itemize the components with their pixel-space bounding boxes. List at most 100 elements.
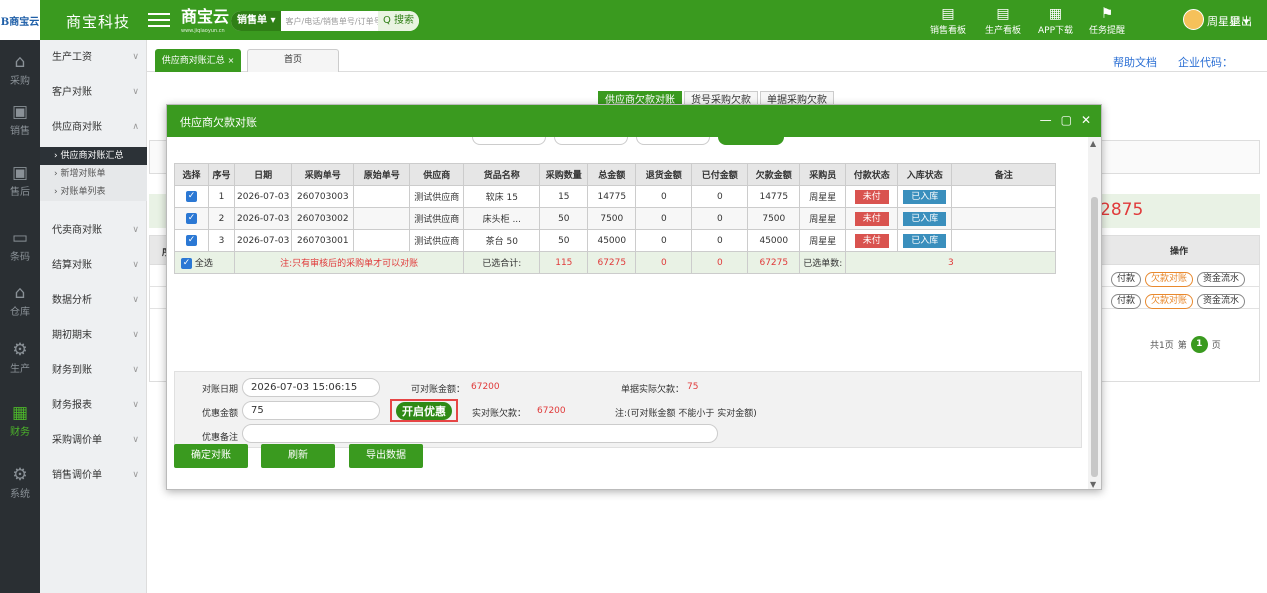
cell-buyer: 周星星 [799, 207, 847, 230]
settle-owed-label: 实对账欠款： [472, 409, 527, 419]
warehouse-module[interactable]: ⌂ 仓库 [0, 283, 40, 318]
cell-paid: 0 [691, 207, 749, 230]
production-module[interactable]: ⚙ 生产 [0, 340, 40, 375]
sum-return: 0 [635, 251, 693, 274]
dialog-title: 供应商欠款对账 [180, 116, 257, 129]
sidebar-item-reports[interactable]: 财务报表 ∨ [40, 388, 147, 423]
sidebar-item-customer-recon[interactable]: 客户对账 ∨ [40, 75, 147, 110]
select-all[interactable]: ✓ 全选 [174, 251, 235, 274]
purchase-module[interactable]: ⌂ 采购 [0, 52, 40, 87]
tab-home[interactable]: 首页 [247, 49, 339, 72]
production-board-label: 生产看板 [985, 26, 1022, 36]
sidebar-subitem-supplier-summary[interactable]: › 供应商对账汇总 [40, 147, 147, 165]
scroll-thumb[interactable] [1091, 197, 1098, 477]
sales-board-label: 销售看板 [930, 26, 967, 36]
recon-button[interactable]: 欠款对账 [1145, 272, 1194, 287]
discount-input[interactable]: 75 [242, 401, 380, 420]
column-header: 退货金额 [635, 163, 693, 186]
sidebar-item-label: 供应商对账 [52, 122, 102, 133]
search-type-dropdown[interactable]: 销售单 ▾ [231, 11, 281, 31]
help-docs-link[interactable]: 帮助文档 [1113, 54, 1157, 70]
sales-board-icon: ▤ [941, 6, 955, 22]
maximize-icon[interactable]: ▢ [1061, 113, 1072, 127]
sidebar-item-supplier-recon[interactable]: 供应商对账 ∧ [40, 110, 147, 145]
scroll-down-icon[interactable]: ▼ [1090, 480, 1096, 489]
chevron-down-icon: ∨ [132, 365, 139, 375]
select-all-checkbox[interactable]: ✓ [181, 258, 192, 269]
confirm-recon-button[interactable]: 确定对账 [174, 444, 248, 468]
close-icon[interactable]: ✕ [1081, 113, 1091, 127]
global-search: 销售单 ▾ 客户/电话/销售单号/订单号 Q 搜索 [231, 11, 419, 31]
task-reminder-button[interactable]: ⚑ 任务提醒 [1089, 5, 1125, 36]
production-board-button[interactable]: ▤ 生产看板 [985, 5, 1021, 36]
sidebar-item-label: 销售调价单 [52, 470, 102, 481]
table-row[interactable]: ✓ 1 2026-07-03 260703003 测试供应商 软床 15 15 … [174, 185, 1057, 208]
refresh-button[interactable]: 刷新 [261, 444, 335, 468]
avatar[interactable] [1183, 9, 1204, 30]
cell-goods: 床头柜 ... [463, 207, 541, 230]
discount-remark-input[interactable] [242, 424, 718, 443]
pay-button[interactable]: 付款 [1111, 272, 1142, 287]
app-download-label: APP下载 [1038, 26, 1074, 36]
sidebar-item-label: 数据分析 [52, 295, 92, 306]
total-owed-amount: 2875 [1100, 200, 1144, 220]
menu-toggle-icon[interactable] [148, 9, 170, 29]
system-module[interactable]: ⚙ 系统 [0, 465, 40, 500]
cell-seq: 2 [208, 207, 235, 230]
sidebar-item-sales-price[interactable]: 销售调价单 ∨ [40, 458, 147, 493]
gear-icon: ⚙ [12, 465, 28, 485]
row-checkbox[interactable]: ✓ [186, 191, 197, 202]
cell-goods: 软床 15 [463, 185, 541, 208]
finance-module[interactable]: ▦ 财务 [0, 403, 40, 438]
sidebar-item-settlement[interactable]: 结算对账 ∨ [40, 248, 147, 283]
table-row[interactable]: ✓ 2 2026-07-03 260703002 测试供应商 床头柜 ... 5… [174, 207, 1057, 230]
sidebar-item-wages[interactable]: 生产工资 ∨ [40, 40, 147, 75]
flag-icon: ⚑ [1100, 6, 1114, 22]
sidebar-item-period[interactable]: 期初期末 ∨ [40, 318, 147, 353]
stock-status-select[interactable] [636, 137, 710, 145]
hidden-filter-row [472, 137, 784, 145]
scroll-up-icon[interactable]: ▲ [1090, 139, 1096, 148]
search-input[interactable]: 客户/电话/销售单号/订单号 [281, 16, 378, 27]
chevron-down-icon: ∨ [132, 295, 139, 305]
search-button[interactable]: Q 搜索 [377, 11, 419, 31]
barcode-module[interactable]: ▭ 条码 [0, 228, 40, 263]
export-button[interactable]: 导出数据 [349, 444, 423, 468]
tab-supplier-summary[interactable]: 供应商对账汇总 × [155, 49, 241, 72]
module-label: 采购 [10, 76, 30, 87]
recon-date-input[interactable]: 2026-07-03 15:06:15 [242, 378, 380, 397]
chevron-down-icon: ∨ [132, 52, 139, 62]
sales-board-button[interactable]: ▤ 销售看板 [930, 5, 966, 36]
close-icon[interactable]: × [228, 56, 235, 65]
sidebar-item-label: 期初期末 [52, 330, 92, 341]
query-button[interactable] [718, 137, 784, 145]
sidebar-item-agent-recon[interactable]: 代卖商对账 ∨ [40, 213, 147, 248]
cell-buyer: 周星星 [799, 185, 847, 208]
aftersale-module[interactable]: ▣ 售后 [0, 163, 40, 198]
sales-module[interactable]: ▣ 销售 [0, 102, 40, 137]
order-no-input[interactable] [472, 137, 546, 145]
sidebar-subitem-statement-list[interactable]: › 对账单列表 [40, 183, 147, 201]
cell-order-no: 260703001 [291, 229, 355, 252]
cell-remark [951, 229, 1057, 252]
sidebar-item-purchase-price[interactable]: 采购调价单 ∨ [40, 423, 147, 458]
minimize-icon[interactable]: — [1040, 113, 1052, 127]
row-checkbox[interactable]: ✓ [186, 213, 197, 224]
sidebar-item-receipts[interactable]: 财务到账 ∨ [40, 353, 147, 388]
logout-link[interactable]: 退出 [1230, 13, 1252, 29]
page-button[interactable]: 1 [1190, 336, 1208, 353]
sidebar-item-analytics[interactable]: 数据分析 ∨ [40, 283, 147, 318]
top-bar: B商宝云 商宝科技 商宝云 www.jiqiaoyun.cn 销售单 ▾ 客户/… [0, 0, 1267, 40]
column-header: 货品名称 [463, 163, 541, 186]
cell-qty: 50 [539, 207, 589, 230]
enable-discount-button[interactable]: 开启优惠 [390, 399, 458, 422]
cell-orig-no [353, 185, 411, 208]
row-checkbox[interactable]: ✓ [186, 235, 197, 246]
app-download-button[interactable]: ▦ APP下载 [1038, 5, 1073, 36]
module-rail: ⌂ 采购 ▣ 销售 ▣ 售后 ▭ 条码 ⌂ 仓库 ⚙ 生产 ▦ 财务 ⚙ 系统 [0, 40, 40, 593]
sidebar-subitem-new-statement[interactable]: › 新增对账单 [40, 165, 147, 183]
table-row[interactable]: ✓ 3 2026-07-03 260703001 测试供应商 茶台 50 50 … [174, 229, 1057, 252]
cashflow-button[interactable]: 资金流水 [1197, 272, 1246, 287]
dialog-scrollbar[interactable]: ▲ ▼ [1088, 137, 1101, 489]
buyer-input[interactable] [554, 137, 628, 145]
